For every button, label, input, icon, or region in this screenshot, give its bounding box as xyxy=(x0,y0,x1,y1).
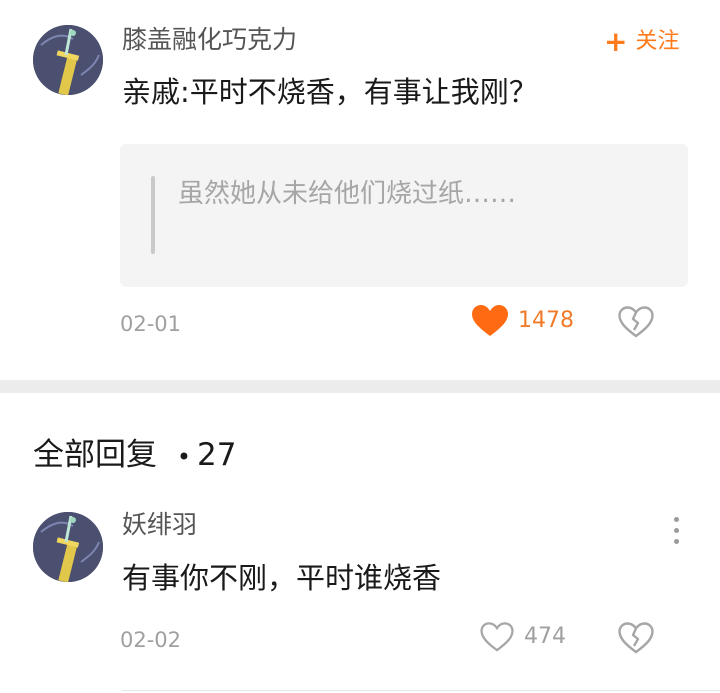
reply-avatar[interactable] xyxy=(33,512,103,582)
post-like-button[interactable]: 1478 xyxy=(472,305,574,337)
quote-block[interactable]: 虽然她从未给他们烧过纸…… xyxy=(120,144,688,287)
reply-content: 有事你不刚，平时谁烧香 xyxy=(122,561,442,595)
quote-text: 虽然她从未给他们烧过纸…… xyxy=(178,179,517,209)
sword-avatar-icon xyxy=(33,512,103,582)
replies-header-separator: • xyxy=(176,443,192,471)
sword-avatar-icon xyxy=(33,25,103,95)
reply-like-count: 474 xyxy=(524,624,566,649)
replies-header: 全部回复 • 27 xyxy=(33,436,236,476)
section-divider xyxy=(0,380,720,393)
post-like-count: 1478 xyxy=(518,308,574,333)
post-dislike-button[interactable] xyxy=(618,306,654,342)
reply-bottom-divider xyxy=(122,690,720,691)
broken-heart-icon xyxy=(618,306,654,338)
follow-button[interactable]: + 关注 xyxy=(604,27,679,57)
plus-icon: + xyxy=(604,25,628,58)
broken-heart-icon xyxy=(618,622,654,654)
reply-like-button[interactable]: 474 xyxy=(480,622,566,652)
post-content: 亲戚:平时不烧香，有事让我刚？ xyxy=(122,75,538,109)
heart-outline-icon xyxy=(480,622,514,652)
post-username[interactable]: 膝盖融化巧克力 xyxy=(122,25,297,55)
reply-username[interactable]: 妖绯羽 xyxy=(122,510,197,540)
replies-count: 27 xyxy=(197,437,237,473)
reply-dislike-button[interactable] xyxy=(618,622,654,658)
reply-date: 02-02 xyxy=(120,628,182,652)
quote-bar xyxy=(151,176,155,254)
follow-label: 关注 xyxy=(635,29,680,54)
replies-header-label: 全部回复 xyxy=(33,437,157,473)
heart-filled-icon xyxy=(472,305,508,336)
post-date: 02-01 xyxy=(120,312,182,336)
more-options-icon[interactable] xyxy=(672,517,680,544)
post-avatar[interactable] xyxy=(33,25,103,95)
